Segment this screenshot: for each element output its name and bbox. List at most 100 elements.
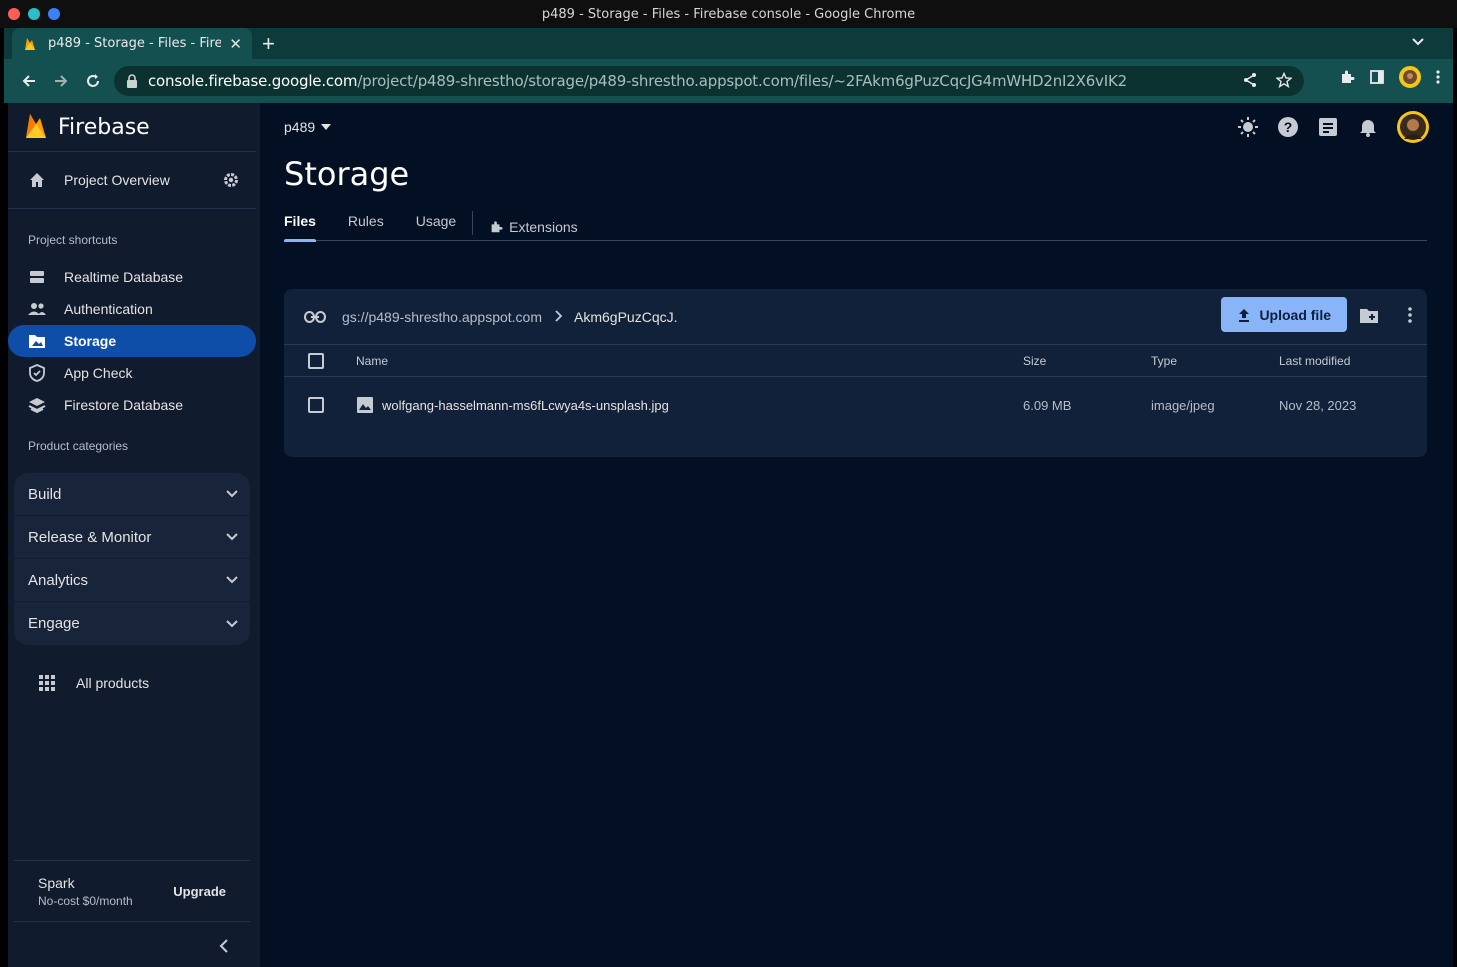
sidebar-item-authentication[interactable]: Authentication [8,293,256,325]
file-type: image/jpeg [1151,397,1215,413]
table-row[interactable]: wolfgang-hasselmann-ms6fLcwya4s-unsplash… [284,377,1427,433]
tab-divider [472,211,474,235]
all-products-link[interactable]: All products [8,663,260,703]
sidebar-item-label: Authentication [64,301,153,317]
sidebar-item-label: Storage [64,333,117,349]
person-face-icon [1400,114,1426,140]
database-icon [28,268,46,286]
category-label: Release & Monitor [28,528,152,546]
bucket-path[interactable]: gs://p489-shrestho.appspot.com [342,309,542,325]
more-vert-icon[interactable] [1407,306,1413,324]
sidebar: Firebase Project Overview Project shortc… [8,103,260,967]
arrow-left-icon [22,75,35,87]
sidebar-item-firestore-database[interactable]: Firestore Database [8,389,256,421]
upload-file-button[interactable]: Upload file [1221,297,1347,332]
link-icon[interactable] [304,310,326,323]
share-icon[interactable] [1242,72,1258,88]
back-button[interactable] [14,66,44,96]
tab-close-icon[interactable]: ✕ [229,35,242,53]
sidebar-item-label: Firestore Database [64,397,184,413]
chevron-down-icon [226,576,238,584]
tab-extensions[interactable]: Extensions [489,207,578,241]
column-last-modified[interactable]: Last modified [1279,354,1350,368]
plan-name: Spark [38,874,75,891]
tab-rules[interactable]: Rules [348,207,384,241]
forward-button[interactable] [46,66,76,96]
account-avatar[interactable] [1397,111,1429,143]
gear-icon[interactable] [222,171,240,189]
sidebar-item-storage[interactable]: Storage [8,325,256,357]
sidebar-item-app-check[interactable]: App Check [8,357,256,389]
upgrade-button[interactable]: Upgrade [173,884,226,899]
file-browser: gs://p489-shrestho.appspot.com Akm6gPuzC… [284,289,1427,457]
sidebar-item-realtime-database[interactable]: Realtime Database [8,261,256,293]
image-icon [28,332,46,350]
create-folder-icon[interactable] [1359,308,1379,324]
tab-usage[interactable]: Usage [416,207,456,241]
sidebar-item-label: Realtime Database [64,269,184,285]
upload-label: Upload file [1259,306,1331,323]
project-overview-label: Project Overview [64,172,170,188]
file-modified: Nov 28, 2023 [1279,397,1357,413]
category-label: Build [28,485,62,503]
chevron-right-icon [554,309,563,325]
column-name[interactable]: Name [356,354,388,368]
address-bar[interactable]: console.firebase.google.com/project/p489… [114,66,1304,96]
extensions-puzzle-icon[interactable] [1339,69,1355,85]
minimize-window-button[interactable] [28,8,40,20]
project-switcher[interactable]: p489 [284,119,332,135]
project-overview-link[interactable]: Project Overview [8,152,260,208]
product-categories-label: Product categories [28,439,129,453]
sun-icon [1238,117,1258,137]
tab-label: Extensions [509,219,578,235]
theme-toggle-button[interactable] [1237,116,1259,138]
help-button[interactable]: ? [1277,116,1299,138]
maximize-window-button[interactable] [48,8,60,20]
chevron-down-icon[interactable] [1411,34,1425,50]
firebase-favicon-icon [25,37,35,50]
chevron-down-icon [226,490,238,498]
chevron-left-icon[interactable] [218,939,230,953]
shield-icon [28,364,46,382]
tab-files[interactable]: Files [284,207,316,242]
notifications-button[interactable] [1357,116,1379,138]
tab-strip: p489 - Storage - Files - Fireb ✕ + [4,28,1453,59]
category-analytics[interactable]: Analytics [14,559,250,602]
side-panel-icon[interactable] [1369,69,1385,85]
category-build[interactable]: Build [14,473,250,516]
column-size[interactable]: Size [1023,354,1046,368]
window-controls [8,8,60,20]
person-face-icon [1403,70,1417,84]
product-categories: Build Release & Monitor Analytics Engage [14,473,250,645]
star-icon[interactable] [1276,72,1292,88]
project-shortcuts-label: Project shortcuts [28,233,118,247]
category-label: Analytics [28,571,89,589]
reload-button[interactable] [78,66,108,96]
lock-icon [127,74,137,88]
arrow-right-icon [55,75,68,87]
column-type[interactable]: Type [1151,354,1177,368]
help-icon: ? [1278,117,1298,137]
home-icon [30,173,44,187]
file-name-cell[interactable]: wolfgang-hasselmann-ms6fLcwya4s-unsplash… [356,396,669,414]
plan-info: Spark No-cost $0/month [38,875,133,908]
window-title: p489 - Storage - Files - Firebase consol… [541,6,916,22]
category-engage[interactable]: Engage [14,602,250,645]
more-vert-icon[interactable] [1435,69,1441,85]
firebase-brand[interactable]: Firebase [8,103,260,151]
select-all-checkbox[interactable] [308,352,324,369]
browser-tab[interactable]: p489 - Storage - Files - Fireb ✕ [12,28,252,59]
row-checkbox[interactable] [308,397,324,413]
all-products-label: All products [76,675,150,691]
page-title: Storage [284,155,410,193]
image-file-icon [357,397,373,413]
profile-avatar[interactable] [1399,66,1421,88]
svg-text:?: ? [1284,119,1293,135]
upload-icon [1239,308,1250,322]
close-window-button[interactable] [8,8,20,20]
os-titlebar: p489 - Storage - Files - Firebase consol… [0,0,1457,28]
category-release-monitor[interactable]: Release & Monitor [14,516,250,559]
release-notes-button[interactable] [1317,116,1339,138]
new-tab-button[interactable]: + [262,31,275,57]
bell-icon [1360,120,1376,137]
